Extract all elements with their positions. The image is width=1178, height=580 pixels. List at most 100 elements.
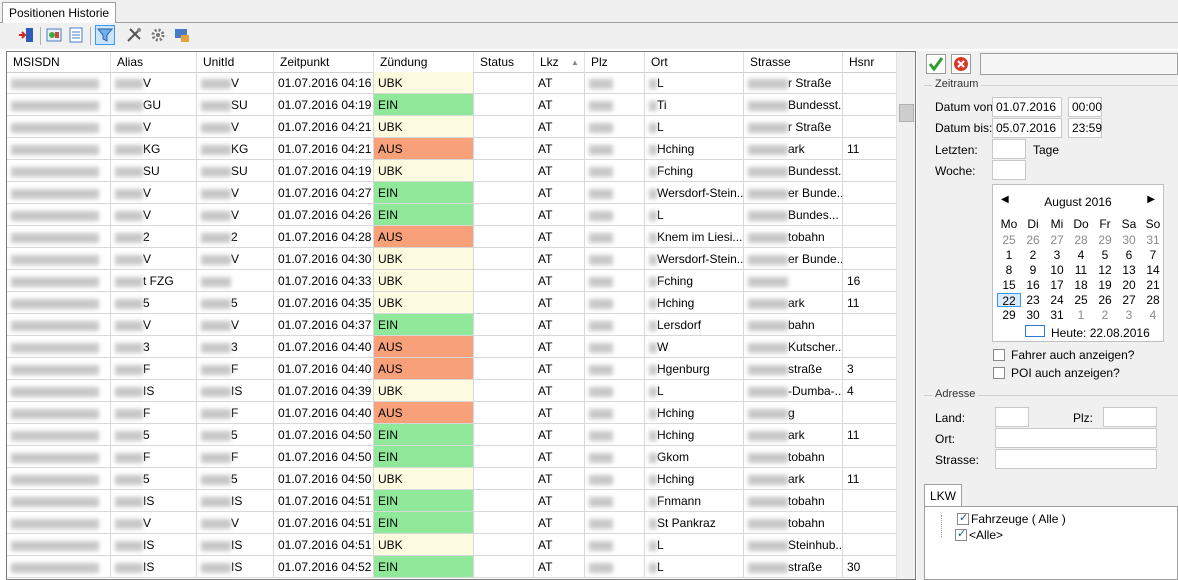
calendar-day[interactable]: 17	[1045, 278, 1069, 292]
table-row[interactable]: V V 01.07.2016 04:51 EIN AT St Pankraz tobahn	[7, 512, 897, 534]
calendar-day[interactable]: 1	[1069, 308, 1093, 322]
calendar-day[interactable]: 6	[1117, 248, 1141, 262]
calendar-day[interactable]: 25	[1069, 293, 1093, 307]
table-row[interactable]: 5 5 01.07.2016 04:50 EIN AT Hching ark 11	[7, 424, 897, 446]
calendar-day[interactable]: 19	[1093, 278, 1117, 292]
calendar-day[interactable]: 30	[1021, 308, 1045, 322]
calendar-day[interactable]: 25	[997, 233, 1021, 247]
apply-button[interactable]	[926, 54, 946, 74]
ort-input[interactable]	[995, 428, 1157, 448]
column-header[interactable]: Ort	[645, 52, 744, 72]
table-row[interactable]: 5 5 01.07.2016 04:35 UBK AT Hching ark 11	[7, 292, 897, 314]
column-header[interactable]: Zeitpunkt	[274, 52, 374, 72]
column-header[interactable]: UnitId	[197, 52, 274, 72]
filter-icon[interactable]	[95, 25, 115, 45]
calendar-day[interactable]: 21	[1141, 278, 1165, 292]
calendar-day[interactable]: 13	[1117, 263, 1141, 277]
calendar-day[interactable]: 10	[1045, 263, 1069, 277]
vertical-scrollbar[interactable]	[896, 52, 915, 579]
tree-child-label[interactable]: <Alle>	[969, 528, 1003, 542]
table-row[interactable]: KG KG 01.07.2016 04:21 AUS AT Hching ark 11	[7, 138, 897, 160]
calendar-day[interactable]: 8	[997, 263, 1021, 277]
settings-icon[interactable]	[148, 25, 168, 45]
zeit-von-input[interactable]: 00:00	[1068, 97, 1102, 117]
calendar-day[interactable]: 14	[1141, 263, 1165, 277]
calendar-day[interactable]: 31	[1045, 308, 1069, 322]
calendar-day[interactable]: 22	[997, 293, 1021, 308]
column-header[interactable]: Alias	[111, 52, 197, 72]
table-row[interactable]: SU SU 01.07.2016 04:19 UBK AT Fching Bundesst.…	[7, 160, 897, 182]
poi-checkbox[interactable]	[993, 367, 1005, 379]
calendar-day[interactable]: 27	[1117, 293, 1141, 307]
calendar-day[interactable]: 2	[1093, 308, 1117, 322]
calendar-day[interactable]: 16	[1021, 278, 1045, 292]
table-row[interactable]: GU SU 01.07.2016 04:19 EIN AT Ti Bundesst...	[7, 94, 897, 116]
calendar-day[interactable]: 23	[1021, 293, 1045, 307]
calendar-day[interactable]: 4	[1069, 248, 1093, 262]
calendar-day[interactable]: 1	[997, 248, 1021, 262]
calendar-day[interactable]: 27	[1045, 233, 1069, 247]
table-row[interactable]: IS IS 01.07.2016 04:51 UBK AT L Steinhub...	[7, 534, 897, 556]
calendar-day[interactable]: 9	[1021, 263, 1045, 277]
next-month-icon[interactable]: ▶	[1147, 194, 1155, 205]
table-row[interactable]: V V 01.07.2016 04:37 EIN AT Lersdorf bahn	[7, 314, 897, 336]
calendar-day[interactable]: 29	[1093, 233, 1117, 247]
list-icon[interactable]	[66, 25, 86, 45]
calendar-day[interactable]: 29	[997, 308, 1021, 322]
tab-positionen-historie[interactable]: Positionen Historie	[2, 2, 117, 23]
table-row[interactable]: 2 2 01.07.2016 04:28 AUS AT Knem im Liesi... t…	[7, 226, 897, 248]
table-row[interactable]: 3 3 01.07.2016 04:40 AUS AT W Kutscher...	[7, 336, 897, 358]
calendar-day[interactable]: 3	[1045, 248, 1069, 262]
column-header[interactable]: Strasse	[744, 52, 843, 72]
table-row[interactable]: IS IS 01.07.2016 04:52 EIN AT Lstraße 30	[7, 556, 897, 578]
calendar-day[interactable]: 4	[1141, 308, 1165, 322]
plz-input[interactable]	[1103, 407, 1157, 427]
table-row[interactable]: F F 01.07.2016 04:40 AUS AT Hgenburg straße 3	[7, 358, 897, 380]
refresh-map-icon[interactable]	[44, 25, 64, 45]
column-header[interactable]: Status	[474, 52, 534, 72]
export-icon[interactable]	[172, 25, 192, 45]
cancel-button[interactable]	[951, 54, 971, 74]
table-row[interactable]: V V 01.07.2016 04:30 UBK AT Wersdorf-Stein...…	[7, 248, 897, 270]
calendar-day[interactable]: 11	[1069, 263, 1093, 277]
tree-root-label[interactable]: Fahrzeuge ( Alle )	[971, 512, 1066, 526]
column-header[interactable]: MSISDN	[7, 52, 111, 72]
column-header[interactable]: Hsnr	[843, 52, 897, 72]
calendar-day[interactable]: 3	[1117, 308, 1141, 322]
calendar-day[interactable]: 31	[1141, 233, 1165, 247]
table-row[interactable]: V V 01.07.2016 04:27 EIN AT Wersdorf-Stein...…	[7, 182, 897, 204]
table-row[interactable]: IS IS 01.07.2016 04:51 EIN AT Fnmann tobahn	[7, 490, 897, 512]
table-row[interactable]: V V 01.07.2016 04:16 UBK AT Lr Straße	[7, 72, 897, 94]
calendar-day[interactable]: 24	[1045, 293, 1069, 307]
calendar-day[interactable]: 28	[1069, 233, 1093, 247]
datum-bis-input[interactable]: 05.07.2016	[992, 118, 1062, 138]
letzten-input[interactable]	[992, 139, 1026, 159]
exit-icon[interactable]	[16, 25, 36, 45]
calendar-day[interactable]: 2	[1021, 248, 1045, 262]
calendar-day[interactable]: 15	[997, 278, 1021, 292]
calendar-day[interactable]: 26	[1021, 233, 1045, 247]
table-row[interactable]: V V 01.07.2016 04:21 UBK AT Lr Straße	[7, 116, 897, 138]
today-label[interactable]: Heute: 22.08.2016	[1051, 326, 1150, 340]
calendar-day[interactable]: 28	[1141, 293, 1165, 307]
table-row[interactable]: t FZG 01.07.2016 04:33 UBK AT Fching 16	[7, 270, 897, 292]
column-header[interactable]: Zündung	[374, 52, 474, 72]
calendar-day[interactable]: 30	[1117, 233, 1141, 247]
calendar-day[interactable]: 26	[1093, 293, 1117, 307]
land-input[interactable]	[995, 407, 1029, 427]
table-row[interactable]: F F 01.07.2016 04:50 EIN AT Gkom tobahn	[7, 446, 897, 468]
tools-icon[interactable]	[124, 25, 144, 45]
alle-checkbox[interactable]	[955, 527, 967, 541]
table-row[interactable]: V V 01.07.2016 04:26 EIN AT L Bundes...	[7, 204, 897, 226]
fahrzeuge-checkbox[interactable]	[957, 511, 969, 525]
woche-input[interactable]	[992, 160, 1026, 180]
table-row[interactable]: F F 01.07.2016 04:40 AUS AT Hching g	[7, 402, 897, 424]
zeit-bis-input[interactable]: 23:59	[1068, 118, 1102, 138]
calendar-day[interactable]: 5	[1093, 248, 1117, 262]
calendar-day[interactable]: 7	[1141, 248, 1165, 262]
column-header[interactable]: Plz	[585, 52, 645, 72]
calendar-day[interactable]: 20	[1117, 278, 1141, 292]
calendar-day[interactable]: 18	[1069, 278, 1093, 292]
tab-lkw[interactable]: LKW	[924, 484, 962, 507]
fahrer-checkbox[interactable]	[993, 349, 1005, 361]
